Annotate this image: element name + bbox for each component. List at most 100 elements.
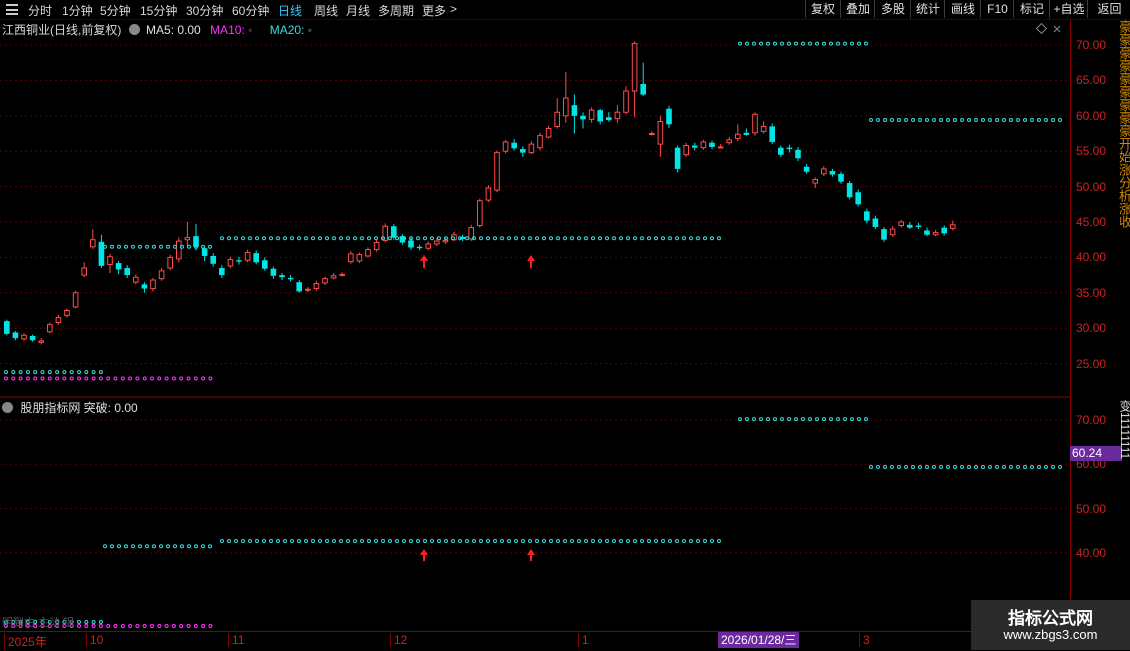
breakout-dot [193,376,198,381]
price-tick-7: 35.00 [1076,285,1107,300]
sub-breakout-dot [346,538,350,543]
period-tab-3[interactable]: 15分钟 [140,2,177,19]
close-icon [1053,25,1061,33]
toolbar-button-8[interactable]: 返回 [1087,0,1130,18]
breakout-dot [1002,118,1006,123]
sub-breakout-dot [829,417,833,422]
candle-body-up [889,228,896,236]
candle-body-up [932,232,939,236]
menu-icon[interactable] [6,4,18,15]
price-axis: 70.00 65.00 60.00 55.00 50.00 45.00 40.00 35.00… [1070,20,1130,631]
breakout-dot [40,376,45,381]
candle-body-down [838,173,844,182]
breakout-dot [395,236,399,241]
period-tab-0[interactable]: 分时 [28,2,52,19]
breakout-dot [542,236,546,241]
lower-info-strip: 变11111111 [1119,400,1130,630]
breakout-dot [521,236,525,241]
candle-body-up [55,317,62,324]
settings-icon[interactable] [128,24,140,35]
period-tab-8[interactable]: 月线 [346,2,370,19]
breakout-dot [360,236,364,241]
toolbar-button-7[interactable]: +自选 [1049,0,1088,18]
sub-breakout-dot [255,538,259,543]
breakout-dot [1023,118,1027,123]
toolbar-button-4[interactable]: 画线 [944,0,981,18]
kline-chart[interactable] [0,20,1070,631]
candle-body-down [907,224,913,228]
breakout-dot [120,376,125,381]
sub-breakout-dot [528,538,532,543]
breakout-dot [752,41,756,46]
sub-breakout-dot [381,538,385,543]
breakout-dot [157,376,162,381]
candle-body-down [416,246,423,249]
period-tab-10[interactable]: 更多 [422,2,446,19]
toolbar-button-6[interactable]: 标记 [1013,0,1050,18]
breakout-dot [493,236,497,241]
period-tab-9[interactable]: 多周期 [378,2,414,19]
breakout-dot [850,41,854,46]
breakout-dot [710,236,714,241]
toolbar-button-5[interactable]: F10 [980,0,1014,18]
sub-breakout-dot [577,538,581,543]
candle-body-down [597,110,603,122]
sub-breakout-dot [556,538,560,543]
breakout-dot [836,41,840,46]
candle-body-up [683,145,690,156]
sub-breakout-dot [745,417,749,422]
toolbar-button-0[interactable]: 复权 [805,0,840,18]
candle-body-down [864,211,870,221]
candle-body-up [158,270,165,280]
breakout-dot [479,236,483,241]
sub-breakout-dot [135,624,140,628]
lower-info-text: 变11111111 [1119,400,1130,460]
sub-breakout-dot [836,417,840,422]
sub-breakout-dot [995,464,999,469]
candle-body-down [262,260,268,269]
sub-breakout-dot [787,417,791,422]
breakout-dot [696,236,700,241]
period-tab-4[interactable]: 30分钟 [186,2,223,19]
toolbar-button-2[interactable]: 多股 [874,0,911,18]
candle-body-up [133,276,139,283]
toolbar-button-3[interactable]: 统计 [910,0,945,18]
sub-breakout-dot [1016,464,1020,469]
breakout-dot [227,236,231,241]
sub-panel-title: 股朋指标网 突破: 0.00 [20,401,138,415]
candle-body-up [425,243,431,249]
right-info-text: 豪豪豪豪豪豪豪豪豪开始涨分析涨收 [1117,20,1130,228]
sub-breakout-dot [360,538,364,543]
period-tab-7[interactable]: 周线 [314,2,338,19]
period-tab-5[interactable]: 60分钟 [232,2,269,19]
period-tab-2[interactable]: 5分钟 [100,2,131,19]
sub-breakout-dot [367,538,371,543]
sub-breakout-dot [142,624,147,628]
breakout-dot [876,118,880,123]
sub-breakout-dot [465,538,469,543]
sub-breakout-dot [283,538,287,543]
breakout-dot [269,236,273,241]
breakout-dot [974,118,978,123]
sub-breakout-dot [220,538,224,543]
sub-breakout-dot [988,464,992,469]
breakout-dot [353,236,357,241]
more-arrow-icon[interactable]: > [450,2,457,16]
chart-area[interactable] [0,20,1070,631]
candle-body-up [821,168,827,175]
collapse-icon[interactable] [2,402,13,413]
breakout-dot [745,41,749,46]
breakout-dot [500,236,504,241]
toolbar-button-1[interactable]: 叠加 [840,0,875,18]
sub-breakout-dot [904,464,908,469]
candle-body-up [176,240,182,260]
candle-body-up [313,283,320,290]
candle-body-down [287,277,294,280]
candle-body-down [219,268,225,276]
sub-breakout-dot [703,538,707,543]
sub-breakout-dot [159,544,163,549]
ma20-dot: ◦ [307,23,312,37]
period-tab-6[interactable]: 日线 [278,2,302,19]
sub-breakout-dot [173,544,177,549]
period-tab-1[interactable]: 1分钟 [62,2,93,19]
